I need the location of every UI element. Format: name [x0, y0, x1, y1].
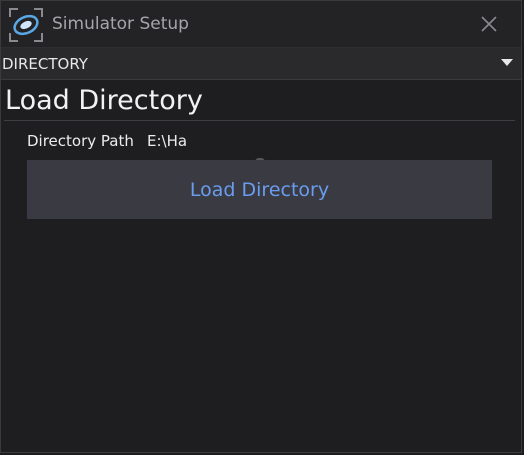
close-icon[interactable] — [477, 12, 501, 36]
setup-window: Simulator Setup DIRECTORY Load Directory… — [0, 0, 522, 453]
section-label: DIRECTORY — [2, 55, 88, 73]
load-directory-button[interactable]: Load Directory — [27, 160, 492, 219]
simulator-logo-icon — [9, 8, 43, 42]
title-bar: Simulator Setup — [1, 1, 521, 48]
window-title: Simulator Setup — [52, 14, 189, 34]
directory-path-label: Directory Path — [27, 132, 134, 150]
chevron-down-icon[interactable] — [501, 58, 513, 68]
heading-divider — [4, 120, 515, 121]
directory-path-field[interactable]: E:\Ha — [147, 132, 187, 150]
directory-section-dropdown[interactable]: DIRECTORY — [1, 48, 521, 80]
panel-heading: Load Directory — [5, 85, 203, 116]
